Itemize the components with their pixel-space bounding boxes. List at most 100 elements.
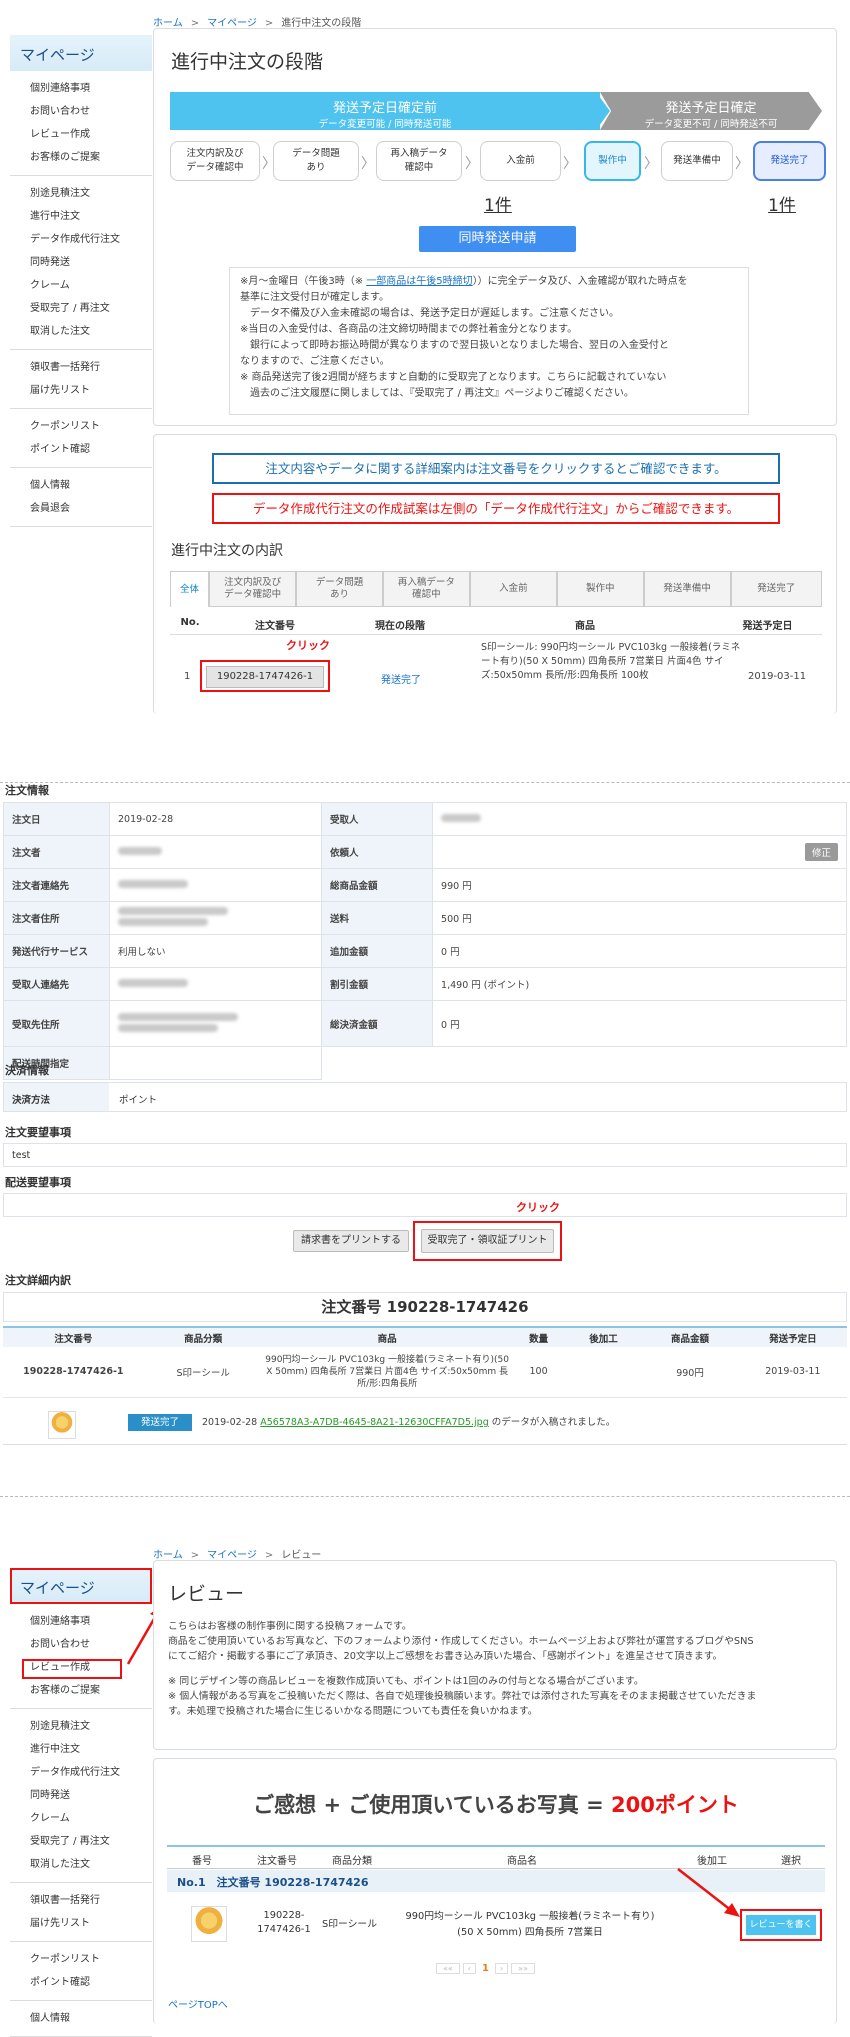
sidebar-item-item[interactable]: ポイント確認 — [30, 438, 152, 461]
sidebar2-item-item[interactable]: 個人情報 — [30, 2007, 152, 2030]
count-shipped[interactable]: 1件 — [768, 191, 796, 216]
sidebar-item-item[interactable]: クーポンリスト — [30, 415, 152, 438]
sidebar-item-item[interactable]: レビュー作成 — [30, 123, 152, 146]
receipt-print-button[interactable]: 受取完了・領収証プリント — [421, 1229, 554, 1253]
notice-line-5: ※当日の入金受付は、各商品の注文締切時間までの弊社着金分となります。 — [240, 324, 578, 335]
sidebar-item-item[interactable]: お客様のご提案 — [30, 146, 152, 169]
tab-stage[interactable]: データ問題 あり — [296, 571, 383, 607]
sidebar-item-item[interactable]: 取消した注文 — [30, 320, 152, 343]
sidebar2-item-item[interactable]: 進行中注文 — [30, 1738, 152, 1761]
order-number-link[interactable]: 190228-1747426-1 — [200, 660, 330, 692]
redacted — [118, 1012, 238, 1021]
sidebar-item-item[interactable]: 受取完了 / 再注文 — [30, 297, 152, 320]
sidebar2-item-item[interactable]: 受取完了 / 再注文 — [30, 1830, 152, 1853]
edit-button[interactable]: 修正 — [804, 843, 838, 861]
desc-line: 商品をご使用頂いているお写真など、下のフォームより添付・作成してください。ホーム… — [168, 1636, 754, 1647]
redacted — [118, 918, 208, 926]
tab-stage[interactable]: 入金前 — [469, 571, 557, 607]
sidebar-item-item[interactable]: 同時発送 — [30, 251, 152, 274]
info-text: 総商品金額 — [330, 881, 378, 892]
sidebar2-item-item[interactable]: 届け先リスト — [30, 1912, 152, 1935]
chevron-right-icon: 〉 — [644, 156, 658, 172]
count-production[interactable]: 1件 — [484, 191, 512, 216]
col-stage: 現在の段階 — [375, 621, 425, 632]
page-next[interactable]: › — [494, 1963, 509, 1974]
desc-line: ※ 個人情報がある写真をご投稿いただく際は、各自で処理後投稿願います。弊社では添… — [168, 1691, 757, 1702]
info-key — [321, 1046, 433, 1080]
tab-stage[interactable]: 再入稿データ 確認中 — [382, 571, 470, 607]
sidebar-item-item[interactable]: データ作成代行注文 — [30, 228, 152, 251]
page-prev[interactable]: ‹ — [462, 1963, 476, 1974]
tab-stage[interactable]: 全体 — [170, 571, 210, 607]
notice-line-8: ※ 商品発送完了後2週間が経ちますと自動的に受取完了となります。こちらに記載され… — [240, 372, 667, 383]
order-number-text[interactable]: 190228-1747426-1 — [206, 666, 324, 688]
sidebar2-item-item[interactable]: お客様のご提案 — [30, 1679, 152, 1702]
page-first[interactable]: «« — [436, 1963, 460, 1974]
stage-step[interactable]: 発送準備中 — [661, 141, 733, 181]
simultaneous-shipping-button[interactable]: 同時発送申請 — [419, 226, 576, 252]
sidebar-item-item[interactable]: 個別連絡事項 — [30, 77, 152, 100]
stage-step[interactable]: 製作中 — [584, 141, 641, 181]
info-row: 注文者住所 送料 500 円 — [3, 901, 847, 935]
stage-step[interactable]: 発送完了 — [753, 141, 826, 181]
sidebar-item-item[interactable]: 個人情報 — [30, 474, 152, 497]
sidebar-item-item[interactable]: 届け先リスト — [30, 379, 152, 402]
sidebar-item-item[interactable]: 進行中注文 — [30, 205, 152, 228]
info-key: 総決済金額 — [320, 1000, 434, 1047]
info-key: 注文者住所 — [3, 901, 110, 935]
review-menu-highlight — [22, 1659, 122, 1679]
review-name: 990円均ーシール PVC103kg 一般接着(ラミネート有り)(50 X 50… — [405, 1911, 655, 1938]
page-top-link[interactable]: ページTOPへ — [168, 1996, 228, 2011]
sidebar-item-item[interactable]: お問い合わせ — [30, 100, 152, 123]
detail-header: 注文番号 商品分類 商品 数量 後加工 商品金額 発送予定日 — [3, 1326, 847, 1347]
tab-stage[interactable]: 発送準備中 — [643, 571, 731, 607]
sidebar2-item-item[interactable]: クレーム — [30, 1807, 152, 1830]
sidebar-item-item[interactable]: 別途見積注文 — [30, 182, 152, 205]
chevron-right-icon: 〉 — [262, 156, 276, 172]
d-price: 990円 — [641, 1347, 739, 1398]
stage-step[interactable]: 再入稿データ 確認中 — [376, 141, 462, 181]
sidebar2-item-item[interactable]: 同時発送 — [30, 1784, 152, 1807]
sidebar2-item-item[interactable]: 取消した注文 — [30, 1853, 152, 1876]
info-row: 発送代行サービス 利用しない 追加金額 0 円 — [3, 934, 847, 968]
tab-stage[interactable]: 発送完了 — [730, 571, 822, 607]
sidebar2-item-item[interactable]: ポイント確認 — [30, 1971, 152, 1994]
sidebar2-item-item[interactable]: データ作成代行注文 — [30, 1761, 152, 1784]
sidebar-item-item[interactable]: クレーム — [30, 274, 152, 297]
sidebar2-item-item[interactable]: 別途見積注文 — [30, 1715, 152, 1738]
notice-line-6: 銀行によって即時お振込時間が異なりますので翌日扱いとなりました場合、翌日の入金受… — [240, 340, 669, 351]
stage-step[interactable]: データ問題 あり — [273, 141, 359, 181]
tab-stage[interactable]: 製作中 — [556, 571, 644, 607]
notice-line-0: ※月～金曜日（午後3時（※ — [240, 276, 364, 287]
page-current[interactable]: 1 — [479, 1963, 492, 1974]
sidebar2-item-item[interactable]: クーポンリスト — [30, 1948, 152, 1971]
info-key: 依頼人 — [320, 835, 434, 869]
sidebar-item-group: 個人情報 会員退会 — [10, 468, 152, 527]
review-thumb[interactable] — [191, 1906, 227, 1942]
row-no: 1 — [184, 671, 191, 682]
promo-points: 200ポイント — [610, 1793, 739, 1817]
list-title: 進行中注文の内訳 — [171, 543, 283, 559]
sidebar-item-item[interactable]: 領収書一括発行 — [30, 356, 152, 379]
info-text: 追加金額 — [330, 947, 369, 958]
write-review-button[interactable]: レビューを書く — [746, 1915, 816, 1935]
stage-band-after: 発送予定日確定 データ変更不可 / 同時発送不可 — [600, 92, 822, 130]
stage-steps: 注文内訳及び データ確認中 データ問題 あり 再入稿データ 確認中 入金前 製作中 発送準… — [170, 141, 826, 191]
info-value: 0 円 — [432, 1000, 847, 1047]
print-invoice-button[interactable]: 請求書をプリントする — [293, 1230, 409, 1252]
sidebar2-title[interactable]: マイページ — [10, 1568, 152, 1604]
info-text: 受取人連絡先 — [12, 980, 70, 991]
page-last[interactable]: »» — [511, 1963, 535, 1974]
d-post — [565, 1347, 642, 1398]
stage-step[interactable]: 入金前 — [480, 141, 561, 181]
file-link[interactable]: A56578A3-A7DB-4645-8A21-12630CFFA7D5.jpg — [260, 1417, 488, 1428]
sidebar-item-item[interactable]: 会員退会 — [30, 497, 152, 520]
info-key: 送料 — [320, 901, 434, 935]
notice-link[interactable]: 一部商品は午後5時締切 — [366, 276, 472, 287]
sidebar2-item-item[interactable]: 領収書一括発行 — [30, 1889, 152, 1912]
sticker-thumbnail[interactable] — [48, 1411, 76, 1439]
stage-step[interactable]: 注文内訳及び データ確認中 — [170, 141, 260, 181]
info-value — [109, 901, 322, 935]
tab-stage[interactable]: 注文内訳及び データ確認中 — [209, 571, 297, 607]
info-value — [109, 868, 322, 902]
